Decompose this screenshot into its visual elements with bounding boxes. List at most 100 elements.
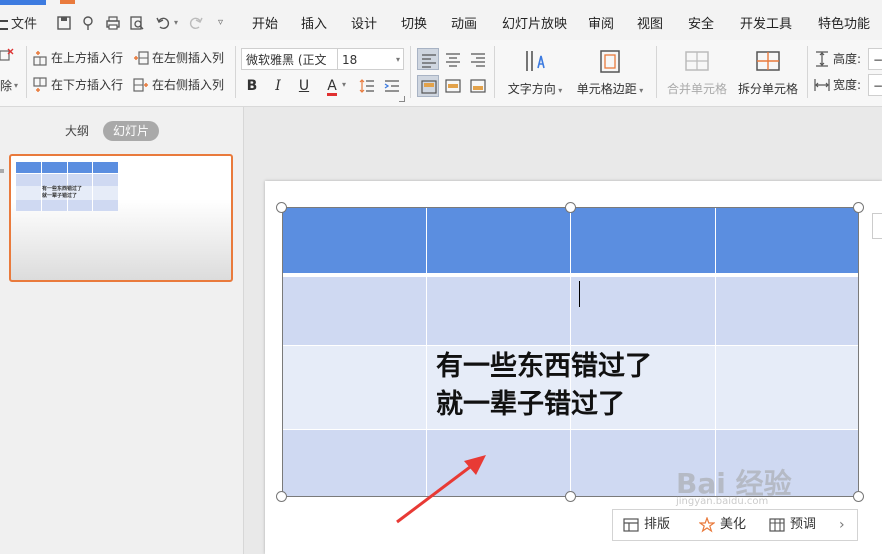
valign-bottom-button[interactable] xyxy=(467,75,489,97)
cell-margin-button[interactable]: 单元格边距 ▾ xyxy=(575,48,645,97)
undo-dropdown-icon[interactable]: ▾ xyxy=(174,18,178,27)
stepper-dash: − xyxy=(873,53,882,67)
merge-cells-label: 合并单元格 xyxy=(666,82,727,96)
thumbnail-text-2: 就一辈子错过了 xyxy=(42,193,78,199)
document-tab-indicator xyxy=(60,0,75,4)
width-icon xyxy=(814,77,830,93)
resize-handle-bottom-center[interactable] xyxy=(565,491,576,502)
tab-security[interactable]: 安全 xyxy=(688,14,714,36)
preview-button[interactable]: 预调 xyxy=(769,510,816,540)
insert-col-right-button[interactable]: 在右侧插入列 xyxy=(133,75,224,95)
dropdown-icon: ▾ xyxy=(636,86,644,95)
indent-icon[interactable] xyxy=(381,75,403,97)
tab-special[interactable]: 特色功能 xyxy=(818,14,870,36)
tab-view[interactable]: 视图 xyxy=(637,14,663,36)
align-top-center-button[interactable] xyxy=(442,48,464,70)
delete-button[interactable]: 除 ▾ xyxy=(0,76,18,96)
undo-icon[interactable] xyxy=(155,15,171,31)
text-direction-button[interactable]: 文字方向 ▾ xyxy=(505,48,565,97)
menu-icon xyxy=(0,20,8,30)
row-height-input[interactable]: − xyxy=(868,48,882,70)
cell-margin-icon xyxy=(597,48,623,74)
file-menu[interactable]: 文件 xyxy=(0,14,37,36)
cell-text[interactable]: 有一些东西错过了 就一辈子错过了 xyxy=(436,348,652,424)
chevron-right-icon[interactable]: › xyxy=(839,510,845,540)
col-width-input[interactable]: − xyxy=(868,74,882,96)
align-top-left-button[interactable] xyxy=(417,48,439,70)
layout-button[interactable]: 排版 xyxy=(623,510,670,540)
insert-row-above-icon xyxy=(32,50,48,66)
font-color-dropdown-icon[interactable]: ▾ xyxy=(342,80,346,89)
window-tab-indicator xyxy=(0,0,46,5)
tab-slides[interactable]: 幻灯片 xyxy=(103,121,160,141)
beautify-icon xyxy=(699,517,715,533)
thumbnail-text-1: 有一些东西错过了 xyxy=(42,186,83,192)
split-cells-label: 拆分单元格 xyxy=(737,82,798,96)
italic-button[interactable]: I xyxy=(267,75,289,97)
preview-label: 预调 xyxy=(790,517,817,532)
cell-margin-label: 单元格边距 xyxy=(576,82,637,96)
font-color-label: A xyxy=(327,78,337,96)
insert-row-below-button[interactable]: 在下方插入行 xyxy=(32,75,123,95)
stepper-dash: − xyxy=(873,79,882,93)
insert-col-left-button[interactable]: 在左侧插入列 xyxy=(133,48,224,68)
tab-review[interactable]: 审阅 xyxy=(588,14,614,36)
tab-insert[interactable]: 插入 xyxy=(301,14,327,36)
tab-slideshow[interactable]: 幻灯片放映 xyxy=(502,14,567,36)
font-size-value: 18 xyxy=(342,53,358,67)
divider xyxy=(494,46,495,98)
beautify-button[interactable]: 美化 xyxy=(699,510,746,540)
font-settings-launcher-icon[interactable] xyxy=(399,96,405,102)
customize-dropdown-icon[interactable]: ▿ xyxy=(218,17,223,28)
save-icon[interactable] xyxy=(56,15,72,31)
line-spacing-icon[interactable] xyxy=(356,75,378,97)
layout-label: 排版 xyxy=(644,517,671,532)
print-preview-icon[interactable] xyxy=(129,15,145,31)
divider xyxy=(410,46,411,98)
font-name-select[interactable]: 微软雅黑 (正文 xyxy=(241,48,338,70)
align-top-right-button[interactable] xyxy=(467,48,489,70)
insert-row-above-button[interactable]: 在上方插入行 xyxy=(32,48,123,68)
delete-icon[interactable] xyxy=(0,48,14,62)
divider xyxy=(807,46,808,98)
tab-transition[interactable]: 切换 xyxy=(401,14,427,36)
insert-col-left-label: 在左侧插入列 xyxy=(152,51,225,65)
tab-start[interactable]: 开始 xyxy=(252,14,278,36)
slide-thumbnail-1[interactable]: 有一些东西错过了 就一辈子错过了 xyxy=(9,154,233,282)
insert-col-right-label: 在右侧插入列 xyxy=(152,78,225,92)
side-panel-toggle[interactable] xyxy=(872,213,882,239)
beautify-label: 美化 xyxy=(720,517,747,532)
cell-text-line-2: 就一辈子错过了 xyxy=(436,389,625,420)
insert-row-below-label: 在下方插入行 xyxy=(51,78,124,92)
height-icon xyxy=(814,51,830,67)
width-label: 宽度: xyxy=(833,78,862,92)
height-label: 高度: xyxy=(833,52,862,66)
format-painter-icon[interactable] xyxy=(81,15,97,31)
print-icon[interactable] xyxy=(105,15,121,31)
file-label: 文件 xyxy=(11,17,38,32)
tab-animation[interactable]: 动画 xyxy=(451,14,477,36)
merge-cells-button[interactable]: 合并单元格 xyxy=(665,48,729,97)
resize-handle-bottom-right[interactable] xyxy=(853,491,864,502)
resize-handle-top-right[interactable] xyxy=(853,202,864,213)
merge-cells-icon xyxy=(684,48,710,74)
resize-handle-bottom-left[interactable] xyxy=(276,491,287,502)
tab-design[interactable]: 设计 xyxy=(351,14,377,36)
tab-developer[interactable]: 开发工具 xyxy=(740,14,792,36)
bold-button[interactable]: B xyxy=(241,75,263,97)
redo-icon[interactable] xyxy=(188,15,204,31)
table-quick-toolbar: 排版 美化 预调 › xyxy=(612,509,858,541)
valign-top-button[interactable] xyxy=(417,75,439,97)
divider xyxy=(26,46,27,98)
font-size-select[interactable]: 18 ▾ xyxy=(337,48,404,70)
font-color-button[interactable]: A xyxy=(321,75,343,97)
cell-text-line-1: 有一些东西错过了 xyxy=(436,351,652,382)
valign-middle-button[interactable] xyxy=(442,75,464,97)
tab-outline[interactable]: 大纲 xyxy=(55,121,99,141)
dropdown-icon: ▾ xyxy=(14,81,19,90)
resize-handle-top-center[interactable] xyxy=(565,202,576,213)
underline-button[interactable]: U xyxy=(293,75,315,97)
resize-handle-top-left[interactable] xyxy=(276,202,287,213)
split-cells-button[interactable]: 拆分单元格 xyxy=(736,48,800,97)
dropdown-icon: ▾ xyxy=(395,55,400,64)
